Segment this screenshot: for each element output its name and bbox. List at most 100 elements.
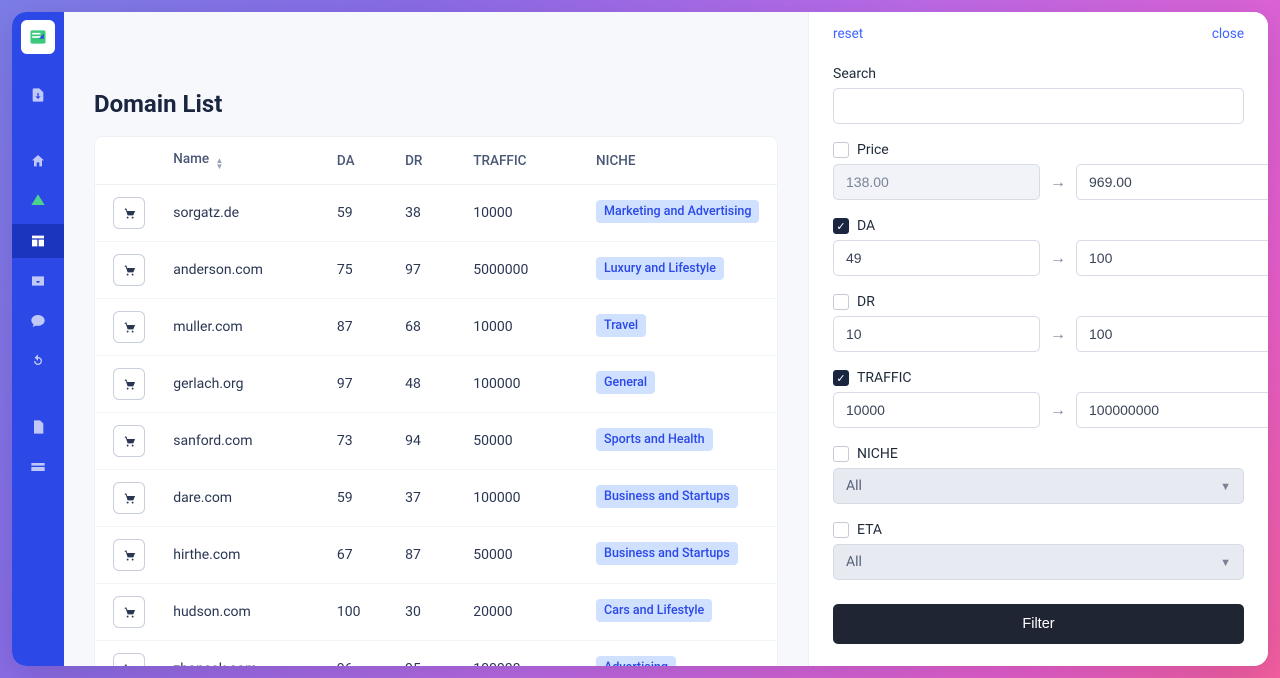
eta-select[interactable]: All ▼ [833,544,1244,580]
cell-dr: 68 [395,299,463,356]
arrow-icon: → [1050,324,1066,344]
cell-dr: 97 [395,242,463,299]
nav-item-drive[interactable] [12,184,64,218]
cart-button[interactable] [113,482,145,514]
cell-da: 59 [327,470,395,527]
cell-name: sanford.com [163,413,327,470]
da-label: DA [857,218,875,234]
cart-button[interactable] [113,425,145,457]
cell-dr: 87 [395,527,463,584]
niche-checkbox[interactable] [833,446,849,462]
table-row: dare.com5937100000Business and Startups [95,470,777,527]
dr-max-input[interactable] [1076,316,1268,352]
search-group: Search [833,66,1244,124]
cart-button[interactable] [113,596,145,628]
niche-badge: General [596,371,655,394]
cell-niche: General [586,356,777,413]
cell-name: anderson.com [163,242,327,299]
app-shell: Domain List Name ▲▼ DA DR TRAFFIC [12,12,1268,666]
cell-name: hudson.com [163,584,327,641]
arrow-icon: → [1050,172,1066,192]
cell-da: 75 [327,242,395,299]
cell-dr: 38 [395,185,463,242]
cell-dr: 48 [395,356,463,413]
content: Domain List Name ▲▼ DA DR TRAFFIC [64,12,808,666]
nav-spacer [12,118,64,138]
logo [21,20,55,54]
nav-item-export[interactable] [12,78,64,112]
traffic-max-input[interactable] [1076,392,1268,428]
price-min-input[interactable] [833,164,1040,200]
da-group: DA → [833,218,1244,276]
cell-da: 100 [327,584,395,641]
niche-badge: Business and Startups [596,485,738,508]
niche-badge: Cars and Lifestyle [596,599,712,622]
search-input[interactable] [833,88,1244,124]
traffic-checkbox[interactable] [833,370,849,386]
cell-dr: 94 [395,413,463,470]
close-link[interactable]: close [1212,26,1244,42]
niche-group: NICHE All ▼ [833,446,1244,504]
cart-button[interactable] [113,653,145,666]
price-checkbox[interactable] [833,142,849,158]
cart-button[interactable] [113,197,145,229]
da-checkbox[interactable] [833,218,849,234]
nav-item-table[interactable] [12,224,64,258]
dr-checkbox[interactable] [833,294,849,310]
cell-niche: Travel [586,299,777,356]
niche-badge: Advertising [596,656,676,667]
cart-button[interactable] [113,254,145,286]
cell-dr: 95 [395,641,463,667]
dr-group: DR → [833,294,1244,352]
eta-checkbox[interactable] [833,522,849,538]
nav-item-refresh[interactable] [12,344,64,378]
cell-niche: Luxury and Lifestyle [586,242,777,299]
search-label: Search [833,66,876,82]
col-traffic[interactable]: TRAFFIC [463,137,586,185]
filter-button[interactable]: Filter [833,604,1244,644]
cell-niche: Business and Startups [586,470,777,527]
nav-item-inbox[interactable] [12,264,64,298]
cart-button[interactable] [113,368,145,400]
traffic-label: TRAFFIC [857,370,912,386]
cell-da: 87 [327,299,395,356]
niche-badge: Sports and Health [596,428,713,451]
niche-select[interactable]: All ▼ [833,468,1244,504]
price-group: Price → [833,142,1244,200]
page-title: Domain List [94,90,778,118]
traffic-min-input[interactable] [833,392,1040,428]
price-label: Price [857,142,889,158]
cell-da: 96 [327,641,395,667]
nav-item-chat[interactable] [12,304,64,338]
cell-traffic: 50000 [463,413,586,470]
reset-link[interactable]: reset [833,26,863,42]
arrow-icon: → [1050,248,1066,268]
table-row: sanford.com739450000Sports and Health [95,413,777,470]
cell-da: 67 [327,527,395,584]
da-max-input[interactable] [1076,240,1268,276]
col-name[interactable]: Name ▲▼ [163,137,327,185]
sort-icon: ▲▼ [215,158,223,170]
nav-item-document[interactable] [12,410,64,444]
eta-label: ETA [857,522,882,538]
col-niche[interactable]: NICHE [586,137,777,185]
dr-min-input[interactable] [833,316,1040,352]
cell-name: sorgatz.de [163,185,327,242]
chevron-down-icon: ▼ [1220,556,1231,569]
cell-name: gerlach.org [163,356,327,413]
cell-dr: 30 [395,584,463,641]
nav-item-home[interactable] [12,144,64,178]
nav-item-billing[interactable] [12,450,64,484]
da-min-input[interactable] [833,240,1040,276]
cell-niche: Sports and Health [586,413,777,470]
col-dr[interactable]: DR [395,137,463,185]
sidebar [12,12,64,666]
cell-traffic: 100000 [463,356,586,413]
table-row: hirthe.com678750000Business and Startups [95,527,777,584]
filter-panel: reset close Search Price → [808,12,1268,666]
cart-button[interactable] [113,311,145,343]
col-da[interactable]: DA [327,137,395,185]
price-max-input[interactable] [1076,164,1268,200]
eta-group: ETA All ▼ [833,522,1244,580]
cart-button[interactable] [113,539,145,571]
